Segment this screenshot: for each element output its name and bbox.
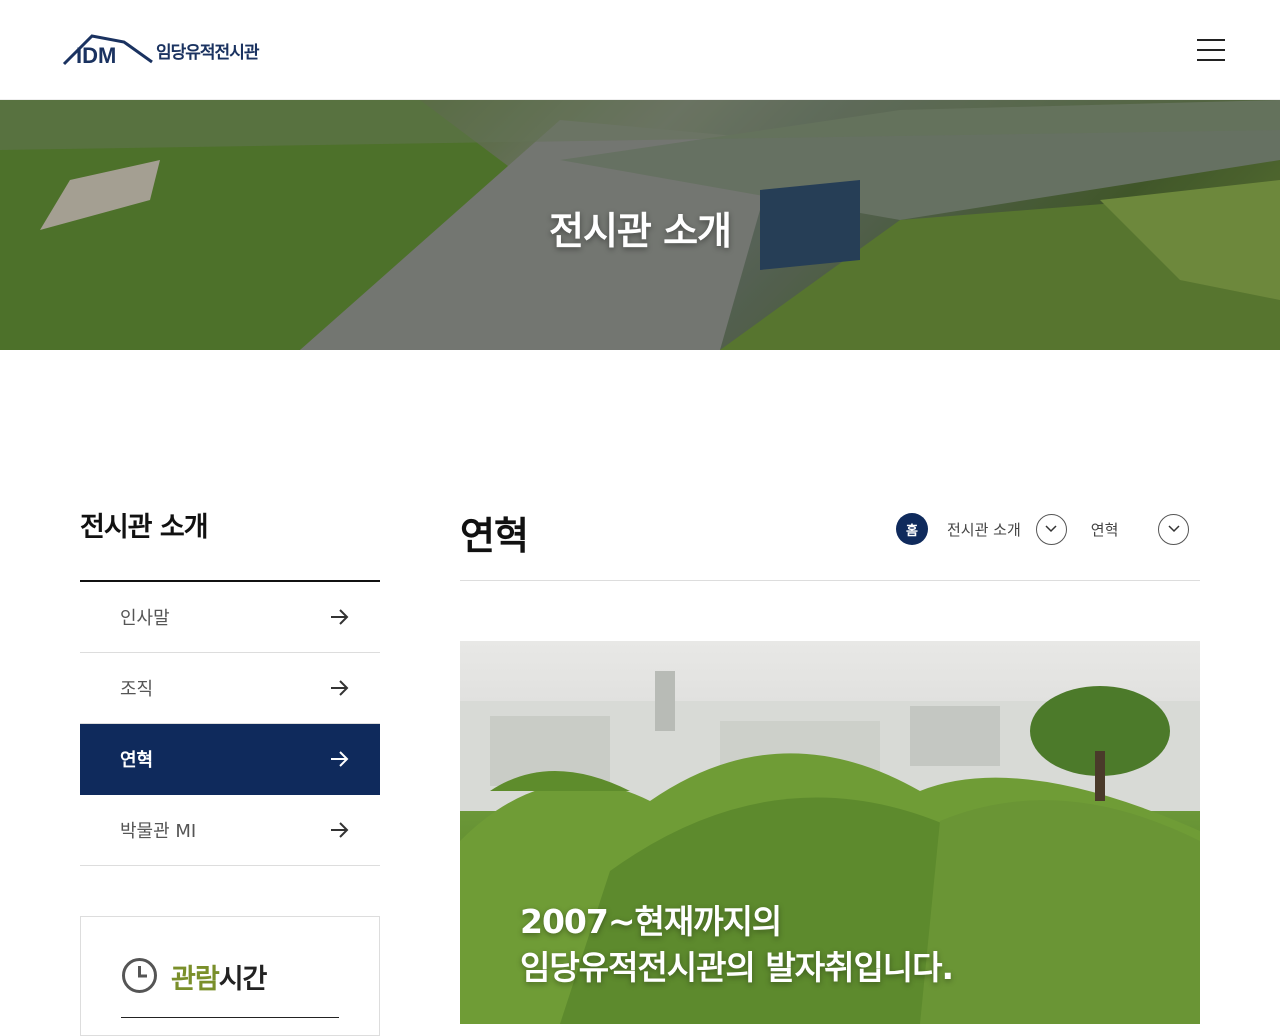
visiting-hours-title: 관람시간 bbox=[171, 964, 267, 995]
sidebar-item-greeting[interactable]: 인사말 bbox=[80, 582, 380, 653]
chevron-down-icon bbox=[1168, 525, 1180, 533]
arrow-right-icon bbox=[331, 609, 349, 625]
breadcrumb: 홈 전시관 소개 연혁 bbox=[896, 513, 1190, 545]
svg-text:IDM: IDM bbox=[76, 43, 116, 66]
site-header: IDM 임당유적전시관 bbox=[0, 0, 1280, 100]
feature-caption-line1: 2007~현재까지의 bbox=[520, 902, 782, 941]
sidebar-nav: 인사말 조직 연혁 박물관 MI bbox=[80, 580, 380, 866]
arrow-right-icon bbox=[331, 822, 349, 838]
page-title: 연혁 bbox=[460, 514, 529, 558]
hero-title: 전시관 소개 bbox=[548, 209, 732, 253]
chevron-down-icon bbox=[1045, 525, 1057, 533]
sidebar-item-organization[interactable]: 조직 bbox=[80, 653, 380, 724]
clock-icon bbox=[122, 958, 157, 993]
breadcrumb-level1[interactable]: 전시관 소개 bbox=[947, 519, 1021, 540]
sidebar-title: 전시관 소개 bbox=[80, 512, 209, 543]
feature-caption: 2007~현재까지의 임당유적전시관의 발자취입니다. bbox=[520, 899, 954, 991]
logo-text: 임당유적전시관 bbox=[156, 42, 259, 63]
hamburger-menu-icon[interactable] bbox=[1197, 39, 1225, 61]
site-logo[interactable]: IDM 임당유적전시관 bbox=[62, 34, 259, 66]
sidebar-item-label: 박물관 MI bbox=[120, 821, 197, 842]
sidebar-item-label: 연혁 bbox=[120, 750, 154, 771]
arrow-right-icon bbox=[331, 680, 349, 696]
breadcrumb-home[interactable]: 홈 bbox=[896, 513, 928, 545]
sidebar-item-museum-mi[interactable]: 박물관 MI bbox=[80, 795, 380, 866]
breadcrumb-level2[interactable]: 연혁 bbox=[1091, 519, 1119, 540]
breadcrumb-level1-dropdown[interactable] bbox=[1035, 513, 1067, 545]
divider bbox=[121, 1017, 339, 1018]
sidebar-item-label: 조직 bbox=[120, 679, 154, 700]
breadcrumb-level2-dropdown[interactable] bbox=[1158, 513, 1190, 545]
sidebar-item-label: 인사말 bbox=[120, 608, 170, 629]
arrow-right-icon bbox=[331, 751, 349, 767]
visiting-hours-box: 관람시간 bbox=[80, 916, 380, 1036]
feature-caption-line2: 임당유적전시관의 발자취입니다. bbox=[520, 948, 954, 987]
hero-banner: 전시관 소개 bbox=[0, 100, 1280, 350]
history-feature-image: 2007~현재까지의 임당유적전시관의 발자취입니다. bbox=[460, 641, 1200, 1024]
logo-mark-icon: IDM bbox=[62, 34, 153, 66]
divider bbox=[460, 580, 1200, 581]
sidebar-item-history[interactable]: 연혁 bbox=[80, 724, 380, 795]
